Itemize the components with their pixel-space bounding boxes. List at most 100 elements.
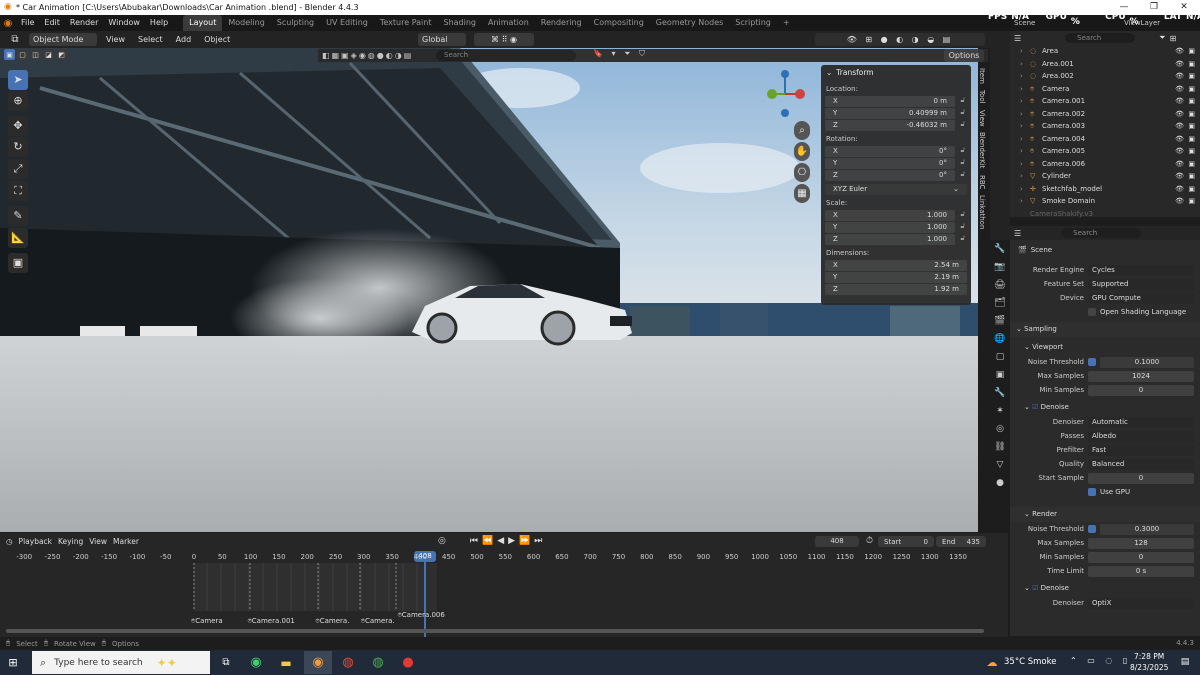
data-tab-icon[interactable]: ▽ (990, 456, 1010, 474)
start-sample-row[interactable]: Start Sample 0 (1010, 471, 1200, 485)
vp-min-samples-row[interactable]: Min Samples 0 (1010, 383, 1200, 397)
jump-end-icon[interactable]: ⏭ (534, 536, 542, 546)
scale-tool-icon[interactable]: ⤢ (8, 159, 28, 179)
render-engine-row[interactable]: Render Engine Cycles (1010, 263, 1200, 277)
select-box-icon[interactable]: ▣ (4, 49, 15, 60)
outliner-item[interactable]: › ✛ Sketchfab_model 👁 ▣ (1010, 183, 1200, 196)
clock-icon[interactable]: ⏱ (866, 536, 873, 546)
r-noise-threshold-row[interactable]: Noise Threshold 0.3000 (1010, 522, 1200, 536)
expand-chevron-icon[interactable]: › (1020, 95, 1030, 108)
outliner-item[interactable]: › ⌾ Camera.006 👁 ▣ (1010, 158, 1200, 171)
record-button[interactable]: ◎ (438, 536, 446, 546)
timeline-scrollbar[interactable] (6, 629, 984, 633)
notification-icon[interactable]: ▤ (1178, 655, 1192, 669)
timeline-editor-icon[interactable]: ◷ (6, 537, 13, 546)
render-camera-icon[interactable]: ▣ (1188, 45, 1195, 58)
annotate-tool-icon[interactable]: ✎ (8, 206, 28, 226)
quality-row[interactable]: Quality Balanced (1010, 457, 1200, 471)
cursor-tool-icon[interactable]: ⊕ (8, 91, 28, 111)
filter-icons[interactable]: 🔖 ▾ ⏷ ⛉ (593, 49, 648, 59)
outliner-extra-item[interactable]: CameraShakify.v3 (1010, 208, 1200, 221)
tab-compositing[interactable]: Compositing (588, 15, 650, 31)
visibility-eye-icon[interactable]: 👁 (1175, 183, 1184, 196)
render-camera-icon[interactable]: ▣ (1188, 108, 1195, 121)
location-z-field[interactable]: Z -0.46032 m 🔓︎ (821, 120, 971, 131)
select-invert-icon[interactable]: ◪ (43, 49, 54, 60)
tab-animation[interactable]: Animation (482, 15, 535, 31)
pan-hand-icon[interactable]: ✋ (794, 142, 810, 161)
r-max-samples-row[interactable]: Max Samples 128 (1010, 536, 1200, 550)
location-x-field[interactable]: X0 m 🔓︎ (821, 96, 971, 107)
menu-view[interactable]: View (102, 35, 129, 44)
visibility-eye-icon[interactable]: 👁 (1175, 120, 1184, 133)
timeline-marker[interactable]: ⌾Camera. (361, 617, 395, 626)
expand-chevron-icon[interactable]: › (1020, 170, 1030, 183)
snapping-controls[interactable]: ⌘ ⠿ ◉ (474, 33, 534, 46)
keyframe-area[interactable] (193, 563, 437, 611)
viewport-search-input[interactable]: Search (436, 50, 576, 61)
expand-chevron-icon[interactable]: › (1020, 83, 1030, 96)
outliner-item[interactable]: › ⌾ Camera.002 👁 ▣ (1010, 108, 1200, 121)
prev-keyframe-icon[interactable]: ⏪ (482, 536, 493, 546)
tab-shading[interactable]: Shading (437, 15, 482, 31)
menu-view[interactable]: View (89, 537, 107, 546)
measure-tool-icon[interactable]: 📐 (8, 228, 28, 248)
render-camera-icon[interactable]: ▣ (1188, 183, 1195, 196)
expand-chevron-icon[interactable]: › (1020, 133, 1030, 146)
rotation-mode-dropdown[interactable]: XYZ Euler ⌄ (825, 184, 967, 195)
select-subtract-icon[interactable]: ◫ (30, 49, 41, 60)
tab-layout[interactable]: Layout (183, 15, 223, 31)
visibility-eye-icon[interactable]: 👁 (1175, 145, 1184, 158)
render-camera-icon[interactable]: ▣ (1188, 95, 1195, 108)
next-keyframe-icon[interactable]: ⏩ (519, 536, 530, 546)
outliner-item[interactable]: › ⌾ Camera.001 👁 ▣ (1010, 95, 1200, 108)
tab-modeling[interactable]: Modeling (222, 15, 270, 31)
prefilter-row[interactable]: Prefilter Fast (1010, 443, 1200, 457)
chrome-profile-icon[interactable]: ◍ (368, 653, 388, 672)
select-extend-icon[interactable]: ▢ (17, 49, 28, 60)
render-camera-icon[interactable]: ▣ (1188, 170, 1195, 183)
taskbar-search-input[interactable]: Type here to search (54, 658, 142, 668)
render-camera-icon[interactable]: ▣ (1188, 70, 1195, 83)
menu-marker[interactable]: Marker (113, 537, 139, 546)
transform-tool-icon[interactable]: ⛶ (8, 181, 28, 201)
visibility-eye-icon[interactable]: 👁 (1175, 95, 1184, 108)
menu-window[interactable]: Window (103, 15, 145, 31)
add-cube-tool-icon[interactable]: ▣ (8, 253, 28, 273)
expand-chevron-icon[interactable]: › (1020, 70, 1030, 83)
dimension-y-field[interactable]: Y 2.19 m (821, 272, 971, 283)
menu-file[interactable]: File (16, 15, 39, 31)
filter-icon[interactable]: ⏷ (1159, 33, 1165, 43)
visibility-eye-icon[interactable]: 👁 (1175, 45, 1184, 58)
timeline-marker[interactable]: ⌾Camera.001 (248, 617, 295, 626)
dimension-z-field[interactable]: Z 1.92 m (821, 284, 971, 295)
chrome-icon[interactable]: ◍ (338, 653, 358, 672)
add-workspace-button[interactable]: + (777, 15, 796, 31)
viewport-shading-controls[interactable]: 👁 ⊞ ● ◐ ◑ ◒ ▤ (815, 33, 985, 46)
menu-render[interactable]: Render (65, 15, 103, 31)
modifier-tab-icon[interactable]: 🔧 (990, 384, 1010, 402)
tab-item[interactable]: Item (978, 65, 986, 87)
expand-chevron-icon[interactable]: › (1020, 108, 1030, 121)
tab-rendering[interactable]: Rendering (535, 15, 588, 31)
system-tray-icons[interactable]: ⌃ ▭ ◌ ▯ (1070, 656, 1131, 665)
camera-view-icon[interactable]: ⎔ (794, 163, 810, 182)
render-camera-icon[interactable]: ▣ (1188, 120, 1195, 133)
visibility-eye-icon[interactable]: 👁 (1175, 133, 1184, 146)
properties-search-input[interactable]: Search (1061, 228, 1142, 238)
scene-tab-icon[interactable]: 🎬 (990, 312, 1010, 330)
expand-chevron-icon[interactable]: › (1020, 45, 1030, 58)
playhead-line[interactable] (424, 553, 426, 637)
tab-sculpting[interactable]: Sculpting (271, 15, 320, 31)
rotation-z-field[interactable]: Z 0° 🔓︎ (821, 170, 971, 181)
particles-tab-icon[interactable]: ✶ (990, 402, 1010, 420)
whatsapp-icon[interactable]: ◉ (246, 653, 266, 672)
select-tool-icon[interactable]: ➤ (8, 70, 28, 90)
tab-texture-paint[interactable]: Texture Paint (374, 15, 438, 31)
properties-editor-icon[interactable]: ☰ (1014, 229, 1021, 238)
outliner-search-input[interactable]: Search (1065, 33, 1136, 43)
denoise-subsection[interactable]: ⌄ ☑ Denoise (1010, 400, 1200, 415)
rotation-y-field[interactable]: Y 0° 🔓︎ (821, 158, 971, 169)
object-mode-dropdown[interactable]: Object Mode (29, 33, 97, 46)
view-layer-selector[interactable]: ViewLayer (1124, 19, 1160, 27)
